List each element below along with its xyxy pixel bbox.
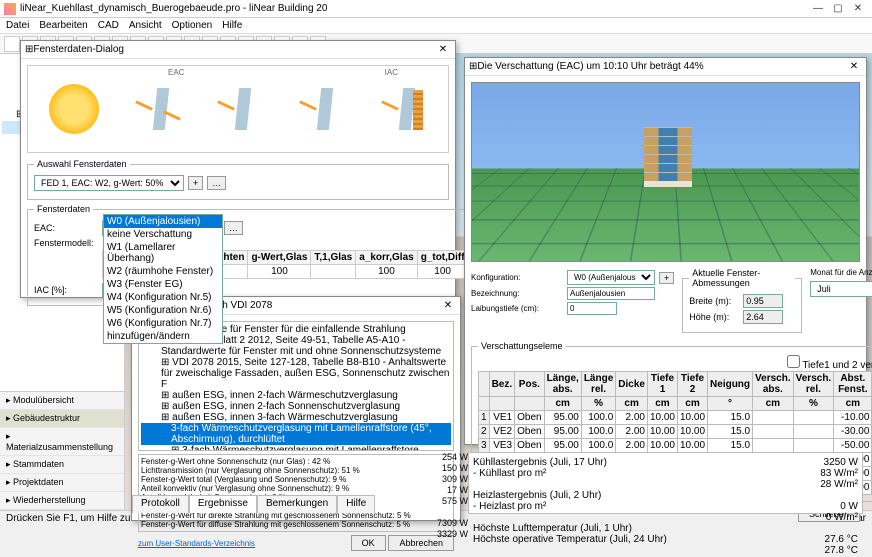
dropdown-option[interactable]: W6 (Konfiguration Nr.7) [104, 317, 222, 330]
label: IAC [%]: [34, 285, 98, 295]
label: EAC: [34, 223, 98, 233]
close-icon[interactable]: ✕ [440, 300, 456, 311]
more-button[interactable]: … [207, 176, 226, 190]
fieldset-legend: Aktuelle Fenster-Abmessungen [689, 268, 795, 288]
label: Laibungstiefe (cm): [471, 304, 563, 313]
label: Bezeichnung: [471, 289, 563, 298]
menu-file[interactable]: Datei [6, 20, 29, 31]
fieldset-legend: Fensterdaten [34, 204, 93, 214]
tree-node[interactable]: 3-fach Wärmeschutzverglasung mit Lamelle… [141, 423, 451, 445]
window-diagram [141, 84, 181, 134]
tiefe-checkbox[interactable] [787, 355, 800, 368]
fieldset-legend: Auswahl Fensterdaten [34, 159, 130, 169]
label: Höhe (m): [689, 312, 739, 322]
title-bar: liNear_Kuehllast_dynamisch_Buerogebaeude… [0, 0, 872, 18]
sidebar-panel[interactable]: ▸ Projektdaten [0, 474, 124, 492]
window-diagram-blind [387, 84, 427, 134]
bez-input[interactable] [567, 287, 655, 300]
dropdown-option[interactable]: W1 (Lamellarer Überhang) [104, 241, 222, 265]
tree-node[interactable]: ⊞ VDI 2078 2015, Seite 127-128, Tabelle … [141, 357, 451, 390]
info-panel: Fenster-g-Wert ohne Sonnenschutz (nur Gl… [138, 454, 454, 532]
fieldset-legend: Verschattungseleme [478, 341, 566, 351]
building-model [644, 127, 692, 187]
dropdown-option[interactable]: W3 (Fenster EG) [104, 278, 222, 291]
tab-bemerkungen[interactable]: Bemerkungen [257, 495, 337, 513]
sun-icon [49, 84, 99, 134]
diagram-panel: EAC IAC [27, 65, 449, 153]
label: Breite (m): [689, 296, 739, 306]
dialog-icon: ⊞ [25, 44, 33, 55]
power-values: 254 W150 W309 W17 W575 W 7309 W3329 W [434, 452, 468, 540]
tree-node[interactable]: ⊞ außen ESG, innen 3-fach Wärmeschutzver… [141, 412, 451, 423]
dialog-title: Die Verschattung (EAC) um 10:10 Uhr betr… [477, 61, 846, 72]
dropdown-option[interactable]: keine Verschattung [104, 228, 222, 241]
more-button[interactable]: … [224, 221, 243, 235]
verschattung-dialog: ⊞ Die Verschattung (EAC) um 10:10 Uhr be… [464, 57, 867, 445]
fed-select[interactable]: FED 1, EAC: W2, g-Wert: 50% [34, 175, 184, 191]
menu-view[interactable]: Ansicht [129, 20, 162, 31]
user-standards-link[interactable]: zum User-Standards-Verzeichnis [138, 539, 255, 548]
dropdown-option[interactable]: W5 (Konfiguration Nr.6) [104, 304, 222, 317]
window-diagram [223, 84, 263, 134]
tree-node[interactable]: ⊞ außen ESG, innen 2-fach Wärmeschutzver… [141, 390, 451, 401]
dialog-title: Fensterdaten-Dialog [33, 44, 435, 55]
menu-edit[interactable]: Bearbeiten [39, 20, 87, 31]
menu-options[interactable]: Optionen [172, 20, 213, 31]
minimize-button[interactable]: — [808, 2, 828, 16]
sidebar-panel[interactable]: ▸ Materialzusammenstellung [0, 428, 124, 456]
sidebar-panel[interactable]: ▸ Modulübersicht [0, 392, 124, 410]
label: Fenstermodell: [34, 238, 98, 248]
app-icon [4, 3, 16, 15]
dropdown-option[interactable]: W4 (Konfiguration Nr.5) [104, 291, 222, 304]
label-eac: EAC [168, 68, 184, 77]
tab-ergebnisse[interactable]: Ergebnisse [189, 495, 257, 513]
menu-cad[interactable]: CAD [98, 20, 119, 31]
laib-input[interactable] [567, 302, 617, 315]
tree-node[interactable]: ⊞ 3-fach Wärmeschutzverglasung mit Lamel… [141, 445, 451, 451]
eac-dropdown-list[interactable]: W0 (Außenjalousien)keine VerschattungW1 … [103, 214, 223, 344]
close-button[interactable]: ✕ [848, 2, 868, 16]
breite-display [743, 294, 783, 308]
label: Konfiguration: [471, 273, 563, 282]
tab-hilfe[interactable]: Hilfe [337, 495, 375, 513]
close-icon[interactable]: ✕ [846, 61, 862, 72]
3d-view[interactable] [471, 82, 860, 262]
tree-node[interactable]: ⊞ außen ESG, innen 2-fach Sonnenschutzve… [141, 401, 451, 412]
konfig-select[interactable]: W0 (Außenjalousien) [567, 270, 655, 285]
sidebar-panel[interactable]: ▸ Wiederherstellung [0, 492, 124, 510]
bottom-tabs: Protokoll Ergebnisse Bemerkungen Hilfe [132, 495, 375, 513]
label: Monat für die Anzeige [810, 268, 872, 277]
checkbox-label: Tiefe1 und 2 verbinden [802, 360, 872, 371]
toolbar-button[interactable] [4, 36, 20, 52]
close-icon[interactable]: ✕ [435, 44, 451, 55]
fensterdaten-dialog: ⊞ Fensterdaten-Dialog✕ EAC IAC Auswahl F… [20, 40, 456, 298]
hoehe-display [743, 310, 783, 324]
label-iac: IAC [385, 68, 398, 77]
dialog-icon: ⊞ [469, 61, 477, 72]
sidebar-panel[interactable]: ▸ Gebäudestruktur [0, 410, 124, 428]
dropdown-option[interactable]: W2 (räumhohe Fenster) [104, 265, 222, 278]
tab-protokoll[interactable]: Protokoll [132, 495, 189, 513]
window-diagram [305, 84, 345, 134]
menu-help[interactable]: Hilfe [222, 20, 242, 31]
window-title: liNear_Kuehllast_dynamisch_Buerogebaeude… [20, 3, 808, 14]
maximize-button[interactable]: ▢ [828, 2, 848, 16]
results-panel: Kühllastergebnis (Juli, 17 Uhr)- Kühllas… [468, 452, 863, 514]
monat-select[interactable]: Juli [810, 281, 872, 297]
sidebar-panel[interactable]: ▸ Stammdaten [0, 456, 124, 474]
dropdown-option[interactable]: hinzufügen/ändern [104, 330, 222, 343]
ok-button[interactable]: OK [351, 535, 386, 551]
add-button[interactable]: + [659, 272, 674, 284]
add-button[interactable]: + [188, 176, 203, 190]
menu-bar: Datei Bearbeiten CAD Ansicht Optionen Hi… [0, 18, 872, 34]
